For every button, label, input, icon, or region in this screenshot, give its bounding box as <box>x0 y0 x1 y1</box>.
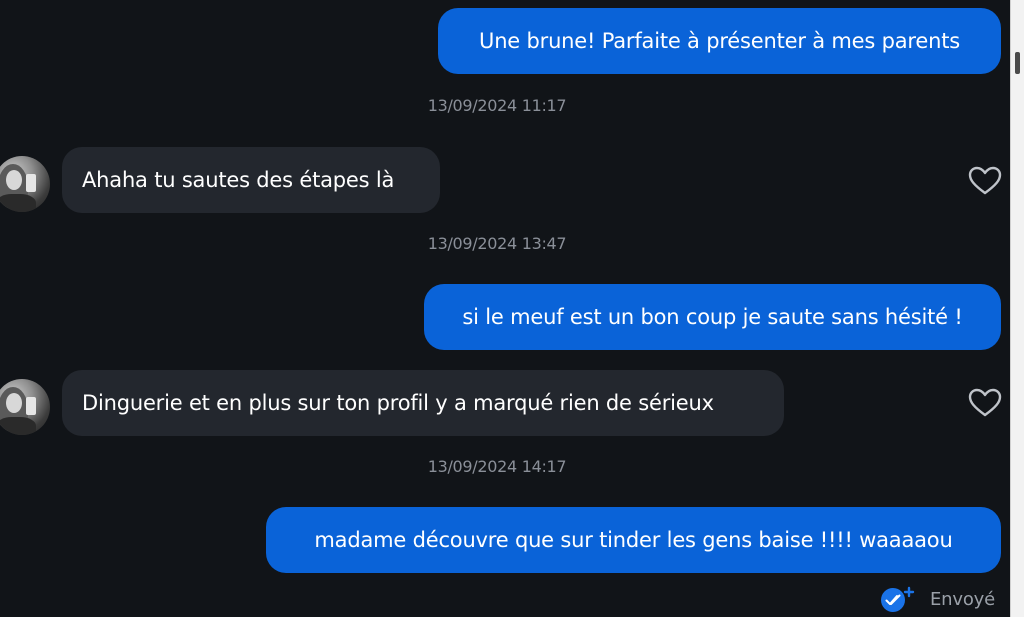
contact-avatar[interactable] <box>0 156 50 212</box>
delivery-status: Envoyé <box>880 584 995 614</box>
message-timestamp: 13/09/2024 14:17 <box>427 457 567 476</box>
heart-outline-icon[interactable] <box>968 388 1002 418</box>
delivery-status-label: Envoyé <box>930 588 995 610</box>
sent-message-bubble[interactable]: madame découvre que sur tinder les gens … <box>266 507 1001 573</box>
sent-message-bubble[interactable]: Une brune! Parfaite à présenter à mes pa… <box>438 8 1001 74</box>
message-timestamp: 13/09/2024 11:17 <box>427 96 567 115</box>
double-check-icon <box>881 586 915 612</box>
sent-message-bubble[interactable]: si le meuf est un bon coup je saute sans… <box>424 284 1001 350</box>
scrollbar-thumb[interactable] <box>1015 52 1020 74</box>
message-timestamp: 13/09/2024 13:47 <box>427 234 567 253</box>
scrollbar[interactable] <box>1010 0 1024 617</box>
contact-avatar[interactable] <box>0 379 50 435</box>
heart-outline-icon[interactable] <box>968 166 1002 196</box>
received-message-bubble[interactable]: Dinguerie et en plus sur ton profil y a … <box>62 370 784 436</box>
received-message-bubble[interactable]: Ahaha tu sautes des étapes là <box>62 147 440 213</box>
